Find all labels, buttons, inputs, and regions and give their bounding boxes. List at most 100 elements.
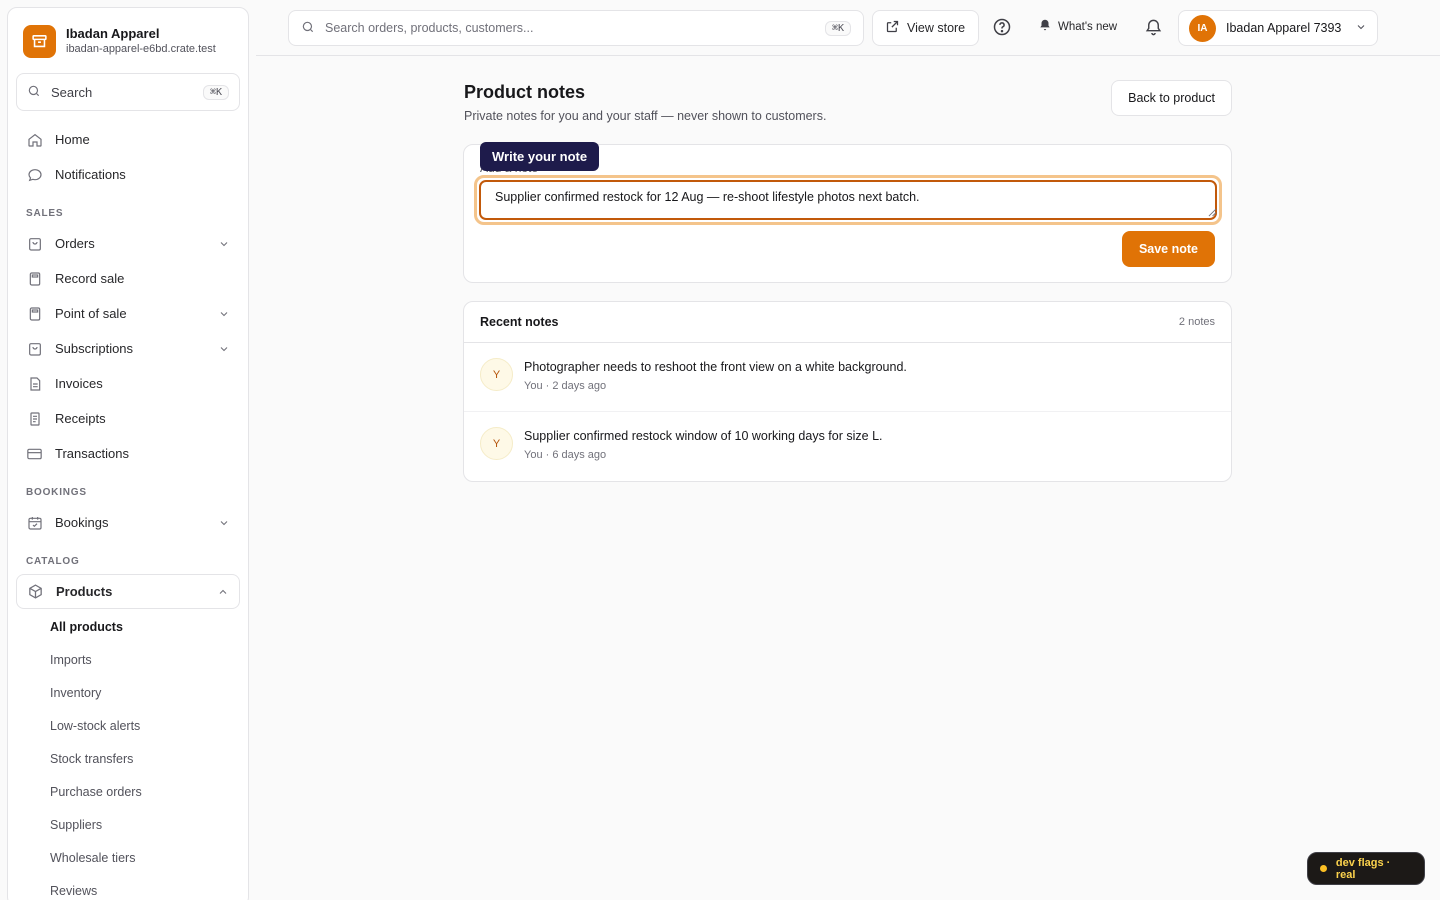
section-catalog: CATALOG (26, 556, 80, 567)
sidebar-item-label: Notifications (55, 167, 126, 182)
chevron-down-icon (218, 343, 230, 355)
global-search-shortcut: ⌘K (824, 20, 851, 36)
recent-notes-header: Recent notes 2 notes (464, 302, 1231, 343)
sidebar-search-label: Search (51, 84, 93, 100)
recent-notes-title: Recent notes (480, 315, 559, 329)
nav-primary: Home Notifications (8, 122, 248, 192)
main-content: Product notes Private notes for you and … (463, 80, 1232, 482)
status-dot-icon (1320, 865, 1327, 872)
sidebar-item-point-of-sale[interactable]: Point of sale (16, 296, 240, 331)
whats-new-button[interactable]: What's new (1038, 18, 1117, 35)
recent-notes-count: 2 notes (1178, 316, 1215, 328)
submenu-item-imports[interactable]: Imports (50, 643, 248, 676)
submenu-item-wholesale-tiers[interactable]: Wholesale tiers (50, 841, 248, 874)
nav-catalog: Products (8, 574, 248, 609)
dev-flags-label: dev flags · real (1335, 856, 1391, 881)
submenu-item-inventory[interactable]: Inventory (50, 676, 248, 709)
notifications-bell-icon[interactable] (1144, 18, 1163, 40)
account-menu[interactable]: IA Ibadan Apparel 7393 (1178, 10, 1378, 46)
submenu-item-reviews[interactable]: Reviews (50, 874, 248, 900)
add-note-card: Add a note Write your note Supplier conf… (463, 142, 1232, 283)
resize-handle-icon[interactable] (1208, 205, 1217, 220)
nav-sales: Orders Record sale Point of sale Subscri… (8, 226, 248, 471)
receipt-icon (26, 410, 43, 427)
save-note-button[interactable]: Save note (1121, 231, 1215, 267)
store-name: Ibadan Apparel (66, 26, 160, 41)
sidebar-item-label: Orders (55, 236, 95, 251)
back-to-product-button[interactable]: Back to product (1111, 80, 1232, 116)
document-icon (26, 375, 43, 392)
sidebar-item-label: Products (56, 584, 113, 599)
store-brand[interactable]: Ibadan Apparel ibadan-apparel-e6bd.crate… (8, 8, 248, 58)
view-store-label: View store (907, 21, 966, 35)
external-link-icon (885, 19, 907, 37)
note-textarea[interactable]: Supplier confirmed restock for 12 Aug — … (479, 180, 1217, 220)
chevron-down-icon (1355, 21, 1367, 36)
list-item: Y Supplier confirmed restock window of 1… (464, 412, 1231, 481)
sidebar-search[interactable]: Search ⌘K (16, 73, 240, 111)
shopping-bag-icon (26, 340, 43, 357)
search-icon (27, 84, 41, 101)
calculator-icon (26, 305, 43, 322)
sidebar-item-notifications[interactable]: Notifications (16, 157, 240, 192)
credit-card-icon (26, 445, 43, 462)
sidebar-item-bookings[interactable]: Bookings (16, 505, 240, 540)
sidebar-search-shortcut: ⌘K (202, 84, 229, 100)
sidebar-item-transactions[interactable]: Transactions (16, 436, 240, 471)
sidebar: Ibadan Apparel ibadan-apparel-e6bd.crate… (7, 7, 249, 900)
dev-flags-badge[interactable]: dev flags · real (1307, 852, 1425, 885)
note-text: Photographer needs to reshoot the front … (524, 360, 907, 374)
section-sales: SALES (26, 208, 64, 219)
submenu-item-suppliers[interactable]: Suppliers (50, 808, 248, 841)
sidebar-item-label: Bookings (55, 515, 109, 530)
sidebar-item-receipts[interactable]: Receipts (16, 401, 240, 436)
topbar: Search orders, products, customers... ⌘K… (256, 0, 1440, 56)
sidebar-item-record-sale[interactable]: Record sale (16, 261, 240, 296)
calendar-icon (26, 514, 43, 531)
shopping-bag-icon (26, 235, 43, 252)
note-textarea-focus-ring: Supplier confirmed restock for 12 Aug — … (474, 175, 1222, 225)
help-icon[interactable] (992, 17, 1012, 40)
sidebar-item-orders[interactable]: Orders (16, 226, 240, 261)
sidebar-item-home[interactable]: Home (16, 122, 240, 157)
chevron-up-icon (217, 586, 229, 598)
avatar: Y (480, 358, 513, 391)
view-store-button[interactable]: View store (872, 10, 979, 46)
list-item: Y Photographer needs to reshoot the fron… (464, 343, 1231, 412)
store-logo-icon (23, 24, 56, 58)
sidebar-item-label: Home (55, 132, 90, 147)
sidebar-item-label: Receipts (55, 411, 106, 426)
chevron-down-icon (218, 308, 230, 320)
sidebar-item-label: Record sale (55, 271, 125, 286)
recent-notes-card: Recent notes 2 notes Y Photographer need… (463, 301, 1232, 482)
sidebar-item-invoices[interactable]: Invoices (16, 366, 240, 401)
note-meta: You · 2 days ago (524, 380, 607, 392)
sidebar-item-label: Point of sale (55, 306, 127, 321)
nav-bookings: Bookings (8, 505, 248, 540)
submenu-item-all-products[interactable]: All products (50, 610, 248, 643)
sidebar-item-subscriptions[interactable]: Subscriptions (16, 331, 240, 366)
note-meta: You · 6 days ago (524, 449, 607, 461)
global-search-placeholder: Search orders, products, customers... (325, 21, 534, 35)
products-submenu: All products Imports Inventory Low-stock… (8, 610, 248, 900)
chevron-down-icon (218, 238, 230, 250)
store-domain: ibadan-apparel-e6bd.crate.test (66, 43, 216, 55)
submenu-item-stock-transfers[interactable]: Stock transfers (50, 742, 248, 775)
chevron-down-icon (218, 517, 230, 529)
box-icon (27, 583, 44, 600)
global-search-input[interactable]: Search orders, products, customers... ⌘K (288, 10, 864, 46)
submenu-item-purchase-orders[interactable]: Purchase orders (50, 775, 248, 808)
write-note-tooltip: Write your note (480, 142, 600, 171)
account-name: Ibadan Apparel 7393 (1226, 21, 1342, 35)
calculator-icon (26, 270, 43, 287)
page-header: Product notes Private notes for you and … (464, 80, 1232, 144)
chat-bubble-icon (26, 166, 43, 183)
avatar: IA (1189, 14, 1216, 42)
avatar: Y (480, 427, 513, 460)
section-bookings: BOOKINGS (26, 487, 87, 498)
home-icon (26, 131, 43, 148)
submenu-item-low-stock-alerts[interactable]: Low-stock alerts (50, 709, 248, 742)
note-text: Supplier confirmed restock window of 10 … (524, 429, 883, 443)
sidebar-item-products[interactable]: Products (16, 574, 240, 609)
sidebar-item-label: Invoices (55, 376, 103, 391)
